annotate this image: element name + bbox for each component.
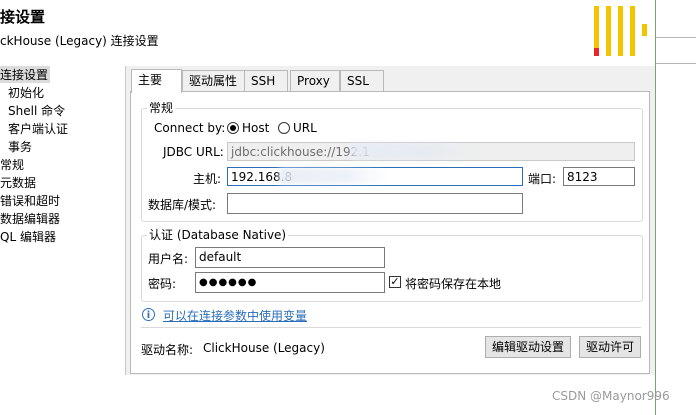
general-group-label: 常规 — [147, 99, 176, 116]
tab-ssh[interactable]: SSH — [244, 70, 288, 92]
divider — [141, 327, 641, 328]
tree-item-client-auth[interactable]: 客户端认证 — [8, 120, 68, 137]
tab-main[interactable]: 主要 — [131, 69, 182, 93]
host-label: 主机: — [193, 172, 222, 186]
port-field[interactable]: 8123 — [563, 167, 635, 186]
background-window-strip — [655, 0, 696, 415]
database-field[interactable] — [227, 193, 523, 214]
dialog-header: 接设置 ckHouse (Legacy) 连接设置 — [0, 0, 655, 66]
tab-driver-properties[interactable]: 驱动属性 — [182, 70, 251, 92]
username-label: 用户名: — [148, 252, 189, 266]
main-tab-panel: 常规 Connect by: Host URL JDBC URL: jdbc:c… — [130, 91, 650, 374]
tree-item-sql-editor[interactable]: QL 编辑器 — [0, 228, 56, 245]
url-radio-label[interactable]: URL — [293, 121, 317, 135]
tree-item-connection-settings[interactable]: 连接设置 — [0, 66, 51, 83]
host-radio[interactable] — [227, 122, 239, 134]
jdbc-url-label: JDBC URL: — [163, 145, 224, 159]
tree-item-metadata[interactable]: 元数据 — [0, 174, 36, 191]
edit-driver-settings-button[interactable]: 编辑驱动设置 — [485, 336, 571, 358]
dialog-title: 接设置 — [0, 8, 46, 26]
tree-item-transactions[interactable]: 事务 — [8, 138, 32, 155]
auth-group-label: 认证 (Database Native) — [147, 226, 289, 243]
driver-name-label: 驱动名称: — [141, 343, 194, 357]
password-label: 密码: — [148, 277, 177, 291]
tree-item-shell-commands[interactable]: Shell 命令 — [8, 102, 65, 119]
info-icon: i — [142, 308, 155, 321]
save-password-label[interactable]: 将密码保存在本地 — [405, 275, 501, 292]
driver-license-button[interactable]: 驱动许可 — [579, 336, 641, 358]
dialog-subtitle: ckHouse (Legacy) 连接设置 — [0, 34, 159, 48]
driver-name-value: ClickHouse (Legacy) — [203, 341, 325, 355]
password-field[interactable]: ●●●●●● — [195, 272, 385, 293]
save-password-checkbox[interactable]: ✓ — [389, 276, 401, 288]
host-radio-label[interactable]: Host — [242, 121, 269, 135]
url-radio[interactable] — [278, 122, 290, 134]
tree-item-init[interactable]: 初始化 — [8, 84, 44, 101]
clickhouse-logo-icon — [594, 6, 654, 58]
watermark: CSDN @Maynor996 — [552, 389, 670, 403]
database-label: 数据库/模式: — [148, 198, 217, 212]
port-label: 端口: — [528, 172, 557, 186]
tab-ssl[interactable]: SSL — [340, 70, 384, 92]
tree-item-errors-timeouts[interactable]: 错误和超时 — [0, 192, 60, 209]
redaction-blur — [351, 143, 481, 159]
tree-item-data-editor[interactable]: 数据编辑器 — [0, 210, 60, 227]
connect-by-label: Connect by: — [154, 121, 226, 135]
variables-help-link[interactable]: 可以在连接参数中使用变量 — [163, 307, 307, 324]
tree-item-general[interactable]: 常规 — [0, 156, 24, 173]
redaction-blur — [279, 168, 389, 184]
username-field[interactable]: default — [195, 247, 385, 268]
tab-proxy[interactable]: Proxy — [290, 70, 340, 92]
settings-tree: 连接设置 初始化 Shell 命令 客户端认证 事务 常规 元数据 错误和超时 … — [0, 66, 126, 375]
